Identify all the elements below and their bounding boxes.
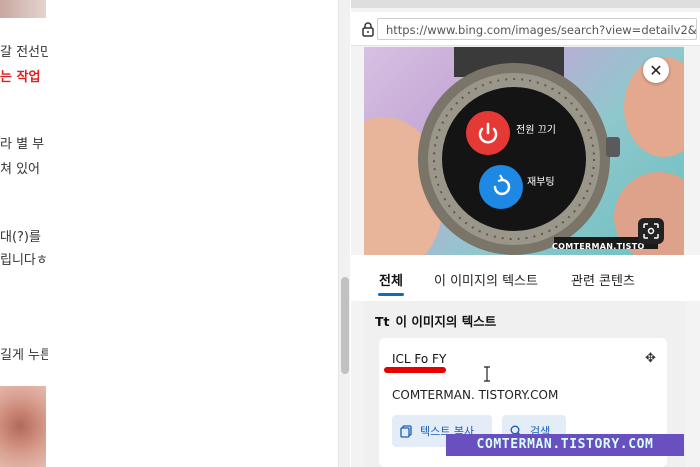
blog-line: 갈 전선만	[0, 45, 48, 60]
blog-line: 립니다ㅎ	[0, 253, 48, 268]
close-icon: ✕	[649, 60, 663, 80]
tab-related-content[interactable]: 관련 콘텐츠	[571, 270, 635, 289]
blog-line: 대(?)를	[0, 230, 41, 245]
blog-line-highlight: 는 작업	[0, 70, 41, 85]
power-off-label: 전원 끄기	[516, 124, 556, 136]
result-tabs: 전체 이 이미지의 텍스트 관련 콘텐츠	[351, 255, 700, 301]
extracted-text-line[interactable]: ICL Fo FY	[392, 352, 446, 366]
copy-icon	[400, 424, 412, 438]
page-scrollbar[interactable]	[338, 0, 350, 467]
active-tab-indicator	[378, 293, 404, 296]
blog-image-bottom	[0, 386, 46, 467]
scrollbar-thumb[interactable]	[341, 277, 349, 374]
screen: 갈 전선만 는 작업 라 별 부 쳐 있어 대(?)를 립니다ㅎ 길게 누른 h…	[0, 0, 700, 467]
visual-search-icon	[643, 223, 659, 239]
search-image: 전원 끄기 재부팅	[364, 47, 684, 255]
text-section-title: Tt 이 이미지의 텍스트	[375, 311, 496, 330]
image-watermark: COMTERMAN.TISTO	[552, 242, 645, 251]
text-cursor-icon	[484, 366, 490, 382]
blog-content: 갈 전선만 는 작업 라 별 부 쳐 있어 대(?)를 립니다ㅎ 길게 누른	[0, 0, 338, 467]
url-field[interactable]: https://www.bing.com/images/search?view=…	[377, 18, 697, 40]
blog-line: 쳐 있어	[0, 162, 41, 177]
text-type-icon: Tt	[375, 314, 390, 329]
red-underline-annotation	[384, 367, 446, 373]
tab-image-text[interactable]: 이 이미지의 텍스트	[434, 270, 538, 289]
blog-line: 라 별 부	[0, 137, 45, 152]
address-bar: https://www.bing.com/images/search?view=…	[351, 12, 700, 46]
extracted-text-line[interactable]: COMTERMAN. TISTORY.COM	[392, 388, 558, 402]
text-section-title-label: 이 이미지의 텍스트	[395, 314, 497, 329]
blog-line: 길게 누른	[0, 348, 48, 363]
site-watermark-banner: COMTERMAN.TISTORY.COM	[446, 434, 684, 456]
visual-search-button[interactable]	[638, 218, 664, 244]
lock-icon	[362, 22, 374, 37]
reboot-label: 재부팅	[527, 176, 555, 188]
close-button[interactable]: ✕	[643, 57, 669, 83]
sparkle-icon[interactable]: ✥	[645, 351, 656, 366]
tab-all[interactable]: 전체	[379, 270, 403, 289]
panel-top-strip	[351, 0, 700, 8]
watch-photo: 전원 끄기 재부팅	[364, 47, 684, 255]
